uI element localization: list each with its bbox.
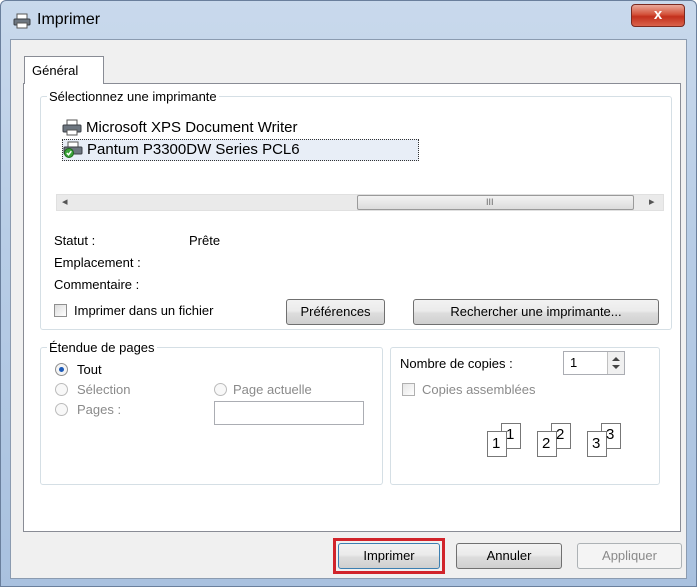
radio-current-page[interactable]: [214, 383, 227, 396]
scroll-right-icon[interactable]: ▸: [649, 195, 655, 208]
print-to-file-label[interactable]: Imprimer dans un fichier: [74, 303, 213, 318]
title-bar[interactable]: Imprimer x: [1, 1, 696, 39]
copies-count-value: 1: [570, 355, 578, 370]
printer-selection-group-label: Sélectionnez une imprimante: [47, 89, 219, 104]
page-range-group-label: Étendue de pages: [47, 340, 157, 355]
status-value: Prête: [189, 233, 221, 248]
collate-digit: 3: [606, 426, 615, 443]
radio-all-pages[interactable]: [55, 363, 68, 376]
collate-label[interactable]: Copies assemblées: [422, 382, 535, 397]
scroll-left-icon[interactable]: ◂: [62, 195, 68, 208]
printer-item-pantum[interactable]: Pantum P3300DW Series PCL6: [62, 139, 419, 161]
printer-icon: [62, 119, 82, 136]
comment-label: Commentaire :: [54, 277, 140, 292]
collate-illustration: 1 1 2 2 3 3: [487, 421, 637, 461]
radio-pages-label[interactable]: Pages :: [77, 402, 121, 417]
apply-button[interactable]: Appliquer: [577, 543, 682, 569]
collate-digit: 3: [592, 435, 601, 452]
printer-icon: [13, 13, 31, 29]
tab-general-label: Général: [32, 63, 79, 78]
copies-count-label: Nombre de copies :: [400, 356, 513, 371]
radio-pages[interactable]: [55, 403, 68, 416]
collate-digit: 1: [506, 426, 515, 443]
collate-checkbox[interactable]: [402, 383, 415, 396]
radio-all-pages-label[interactable]: Tout: [77, 362, 102, 377]
printer-item-label: Microsoft XPS Document Writer: [86, 119, 298, 136]
window-title: Imprimer: [37, 11, 101, 28]
radio-selection-label[interactable]: Sélection: [77, 382, 130, 397]
collate-digit: 1: [492, 435, 501, 452]
find-printer-button[interactable]: Rechercher une imprimante...: [413, 299, 659, 325]
printer-item-xps[interactable]: Microsoft XPS Document Writer: [62, 118, 362, 138]
location-label: Emplacement :: [54, 255, 141, 270]
close-icon: x: [653, 6, 663, 23]
pages-range-input[interactable]: [214, 401, 364, 425]
preferences-button[interactable]: Préférences: [286, 299, 385, 325]
radio-current-page-label[interactable]: Page actuelle: [233, 382, 312, 397]
scrollbar-grip: III: [486, 197, 494, 207]
collate-digit: 2: [556, 426, 565, 443]
radio-selection[interactable]: [55, 383, 68, 396]
copies-count-input[interactable]: 1: [563, 351, 625, 375]
print-button[interactable]: Imprimer: [338, 543, 440, 569]
cancel-button[interactable]: Annuler: [456, 543, 562, 569]
printer-list-scrollbar[interactable]: ◂ III ▸: [56, 194, 664, 211]
scrollbar-thumb[interactable]: III: [357, 195, 634, 210]
tab-general[interactable]: Général: [24, 56, 104, 84]
status-label: Statut :: [54, 233, 96, 248]
copies-stepper[interactable]: [607, 352, 624, 374]
close-button[interactable]: x: [631, 4, 685, 27]
printer-item-label: Pantum P3300DW Series PCL6: [87, 141, 300, 158]
print-to-file-checkbox[interactable]: [54, 304, 67, 317]
chevron-updown-icon: [612, 357, 620, 369]
collate-digit: 2: [542, 435, 551, 452]
printer-default-icon: [63, 141, 83, 158]
